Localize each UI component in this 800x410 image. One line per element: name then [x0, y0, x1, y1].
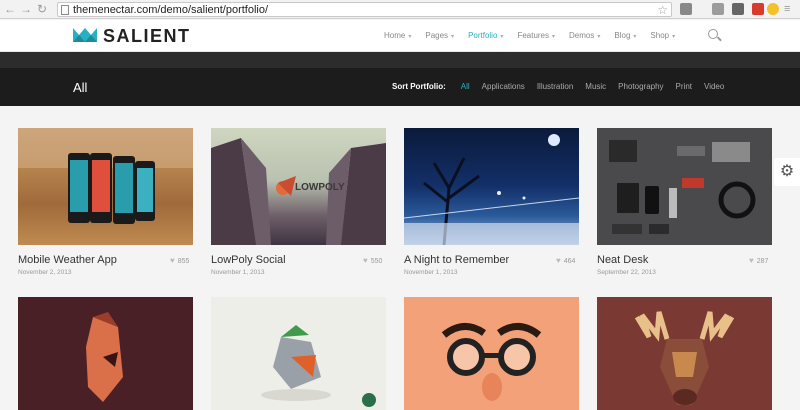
portfolio-thumbnail[interactable]: LOWPOLY: [211, 128, 386, 245]
portfolio-thumbnail[interactable]: [597, 297, 772, 410]
portfolio-thumbnail[interactable]: [18, 297, 193, 410]
glasses-illustration-image: [441, 323, 542, 401]
portfolio-item-date: November 1, 2013: [211, 269, 265, 276]
desk-items-image: [609, 140, 756, 234]
like-counter[interactable]: ♥ 464: [556, 256, 575, 265]
moose-illustration-image: [634, 311, 735, 405]
portfolio-thumbnail[interactable]: [404, 297, 579, 410]
portfolio-item-date: November 1, 2013: [404, 269, 458, 276]
portfolio-item-title[interactable]: LowPoly Social: [211, 254, 286, 266]
portfolio-grid: Mobile Weather App November 2, 2013 ♥ 855…: [0, 0, 800, 410]
like-counter[interactable]: ♥ 287: [749, 256, 768, 265]
night-scene-image: [404, 134, 579, 245]
portfolio-item-title[interactable]: Mobile Weather App: [18, 254, 117, 266]
phones-image: [18, 128, 193, 224]
portfolio-item-title[interactable]: Neat Desk: [597, 254, 648, 266]
like-count: 550: [370, 258, 383, 265]
like-counter[interactable]: ♥ 855: [170, 256, 189, 265]
like-count: 464: [563, 258, 576, 265]
portfolio-item-date: September 22, 2013: [597, 269, 656, 276]
portfolio-item-date: November 2, 2013: [18, 269, 72, 276]
lowpoly-image: LOWPOLY: [211, 138, 386, 245]
like-count: 855: [177, 258, 190, 265]
heart-icon: ♥: [749, 256, 754, 265]
like-count: 287: [756, 258, 769, 265]
portfolio-thumbnail[interactable]: [404, 128, 579, 245]
portfolio-item-title[interactable]: A Night to Remember: [404, 254, 509, 266]
pigeon-illustration-image: [261, 325, 376, 407]
portfolio-thumbnail[interactable]: [597, 128, 772, 245]
lowpoly-image-text: LOWPOLY: [295, 182, 345, 193]
portfolio-thumbnail[interactable]: [211, 297, 386, 410]
settings-gear-icon[interactable]: ⚙: [774, 158, 800, 186]
portfolio-thumbnail[interactable]: [18, 128, 193, 245]
like-counter[interactable]: ♥ 550: [363, 256, 382, 265]
face-illustration-image: [86, 312, 123, 402]
heart-icon: ♥: [170, 256, 175, 265]
heart-icon: ♥: [556, 256, 561, 265]
heart-icon: ♥: [363, 256, 368, 265]
